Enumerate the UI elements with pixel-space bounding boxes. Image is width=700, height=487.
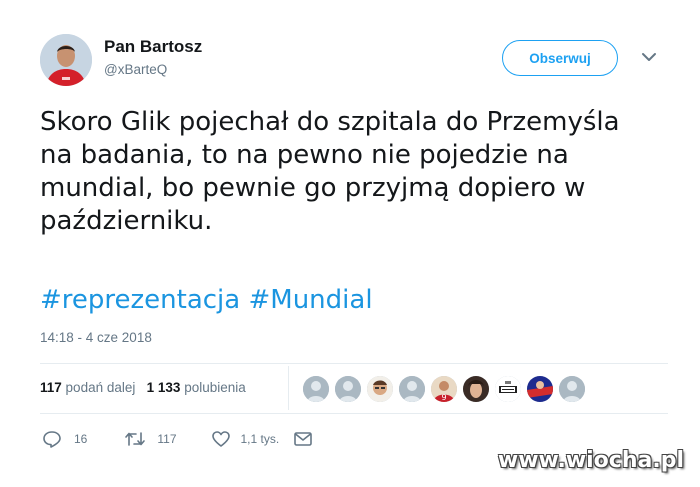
tweet-text: Skoro Glik pojechał do szpitala do Przem… [40,106,650,238]
likes-stat[interactable]: 1 133 polubienia [147,380,246,395]
likes-label: polubienia [184,380,246,395]
tweet-text-line: mundial, bo pewnie go przyjmą dopiero w [40,173,586,203]
tweet-actions: 16 117 1,1 tys. [42,430,313,448]
divider [40,363,668,364]
reply-icon [42,430,62,448]
retweets-stat[interactable]: 117 podań dalej [40,380,135,395]
liker-avatar[interactable] [495,376,521,402]
reply-button[interactable]: 16 [42,430,87,448]
author-avatar[interactable] [40,34,92,86]
liker-avatar[interactable] [463,376,489,402]
heart-icon [211,430,231,448]
divider [40,413,668,414]
liker-avatar[interactable] [367,376,393,402]
tweet-timestamp[interactable]: 14:18 - 4 cze 2018 [40,330,152,345]
tweet-text-line: październiku. [40,206,213,236]
like-count: 1,1 tys. [240,432,280,446]
liker-avatar[interactable] [559,376,585,402]
stats-separator [288,366,289,410]
liker-avatar[interactable] [399,376,425,402]
tweet-text-line: Skoro Glik pojechał do szpitala do Przem… [40,107,620,137]
svg-text:9: 9 [441,393,446,402]
hashtag-link[interactable]: #Mundial [248,285,372,315]
liker-avatar[interactable] [527,376,553,402]
likes-count: 1 133 [146,380,181,395]
liker-avatar[interactable] [303,376,329,402]
liker-avatar[interactable]: 9 [431,376,457,402]
retweet-button[interactable]: 117 [124,430,177,448]
like-button[interactable]: 1,1 tys. [211,430,280,448]
hashtag-link[interactable]: #reprezentacja [40,285,240,315]
reply-count: 16 [74,432,88,446]
message-icon [293,431,313,447]
retweet-count: 117 [157,432,177,446]
watermark: www.wiocha.pl [497,448,684,473]
tweet-text-line: na badania, to na pewno nie pojedzie na [40,140,569,170]
direct-message-button[interactable] [293,431,313,447]
hashtags: #reprezentacja #Mundial [40,284,373,317]
engagement-stats: 117 podań dalej 1 133 polubienia [40,380,246,395]
author-display-name[interactable]: Pan Bartosz [104,37,202,57]
follow-button[interactable]: Obserwuj [502,40,618,76]
retweets-count: 117 [40,380,62,395]
retweet-icon [124,430,146,448]
author-handle[interactable]: @xBarteQ [104,62,167,77]
liker-avatar[interactable] [335,376,361,402]
retweets-label: podań dalej [65,380,136,395]
caret-down-icon[interactable] [640,50,658,64]
likers-avatars: 9 [303,376,591,402]
